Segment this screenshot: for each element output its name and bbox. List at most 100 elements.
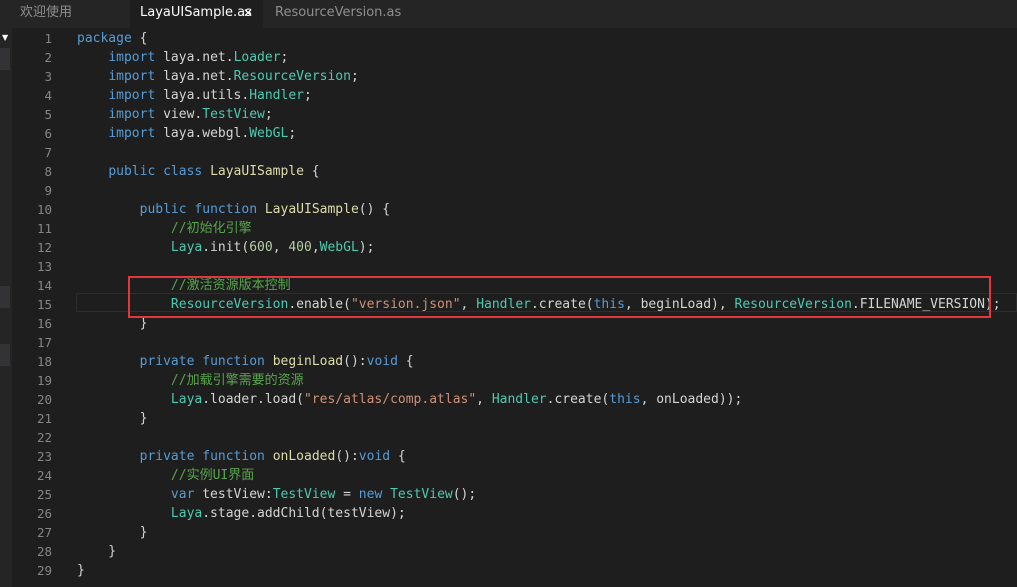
code-token: laya.net. <box>155 69 234 84</box>
code-text: } <box>77 561 85 580</box>
code-token: package <box>77 31 132 46</box>
code-token: 600 <box>249 240 273 255</box>
tab-layauisample[interactable]: LayaUISample.as ✕ <box>130 0 263 28</box>
line-number: 15 <box>36 297 52 312</box>
line-number: 11 <box>36 221 52 236</box>
folding-rail: ▼ <box>0 28 12 587</box>
line-number: 12 <box>36 240 52 255</box>
editor-tab-bar: 欢迎使用 LayaUISample.as ✕ ResourceVersion.a… <box>0 0 1017 28</box>
code-token: .init( <box>202 240 250 255</box>
line-number: 22 <box>36 430 52 445</box>
line-number: 23 <box>36 449 52 464</box>
code-token: } <box>77 411 148 426</box>
line-number: 29 <box>36 563 52 578</box>
code-token: } <box>77 544 117 559</box>
line-number: 21 <box>36 411 52 426</box>
line-number: 16 <box>36 316 52 331</box>
code-token: private function <box>139 449 265 464</box>
code-token: .create( <box>546 392 610 407</box>
overview-marker <box>0 344 10 366</box>
code-token: Handler <box>491 392 547 407</box>
line-number: 18 <box>36 354 52 369</box>
code-token: = <box>335 487 359 502</box>
code-token: //实例UI界面 <box>170 468 255 483</box>
code-token: laya.utils. <box>155 88 250 103</box>
line-number: 13 <box>36 259 52 274</box>
line-number: 3 <box>44 69 52 84</box>
line-number: 25 <box>36 487 52 502</box>
code-token: laya.net. <box>155 50 234 65</box>
code-line: 2 import laya.net.Loader; <box>12 48 1017 67</box>
code-token: //初始化引擎 <box>170 221 252 236</box>
code-token: testView: <box>194 487 273 502</box>
tab-welcome[interactable]: 欢迎使用 <box>0 0 130 28</box>
code-line: 4 import laya.utils.Handler; <box>12 86 1017 105</box>
code-token: import <box>108 107 156 122</box>
tab-resourceversion[interactable]: ResourceVersion.as <box>263 0 413 28</box>
code-token: ; <box>304 88 312 103</box>
code-token: LayaUISample <box>210 164 304 179</box>
code-text: } <box>77 542 116 561</box>
code-text: public class LayaUISample { <box>77 162 320 181</box>
code-token: void <box>366 354 398 369</box>
code-token: { <box>390 449 406 464</box>
code-line: 7 <box>12 143 1017 162</box>
code-text: //初始化引擎 <box>77 219 252 238</box>
code-text: Laya.init(600, 400,WebGL); <box>77 238 375 257</box>
code-text: var testView:TestView = new TestView(); <box>77 485 476 504</box>
code-token: Handler <box>249 88 304 103</box>
line-number: 27 <box>36 525 52 540</box>
code-line: 5 import view.TestView; <box>12 105 1017 124</box>
code-token: WebGL <box>249 126 289 141</box>
code-token: var <box>170 487 195 502</box>
close-icon[interactable]: ✕ <box>243 0 253 26</box>
tab-label: LayaUISample.as <box>140 5 252 20</box>
code-line: 28 } <box>12 542 1017 561</box>
tab-label: ResourceVersion.as <box>275 5 402 20</box>
code-token: LayaUISample <box>264 202 359 217</box>
code-line: 26 Laya.stage.addChild(testView); <box>12 504 1017 523</box>
line-number: 5 <box>44 107 52 122</box>
code-token: onLoaded <box>272 449 336 464</box>
code-line: 24 //实例UI界面 <box>12 466 1017 485</box>
code-token: } <box>77 563 85 578</box>
line-number: 8 <box>44 164 52 179</box>
code-token: { <box>131 31 148 46</box>
code-line: 19 //加载引擎需要的资源 <box>12 371 1017 390</box>
code-token: { <box>303 164 320 179</box>
code-line: 20 Laya.loader.load("res/atlas/comp.atla… <box>12 390 1017 409</box>
code-token: import <box>108 126 156 141</box>
collapse-arrow-icon[interactable]: ▼ <box>2 33 8 42</box>
code-line: 8 public class LayaUISample { <box>12 162 1017 181</box>
code-token: (): <box>335 449 359 464</box>
code-token: Laya <box>170 392 203 407</box>
code-text: public function LayaUISample() { <box>77 200 390 219</box>
code-token: import <box>108 69 156 84</box>
code-token: , <box>311 240 320 255</box>
code-line: 25 var testView:TestView = new TestView(… <box>12 485 1017 504</box>
code-editor[interactable]: 1 package {2 import laya.net.Loader; 3 imp… <box>12 28 1017 587</box>
code-token: , <box>476 392 492 407</box>
code-token: , onLoaded)); <box>640 392 743 407</box>
line-number: 14 <box>36 278 52 293</box>
code-token: { <box>397 354 414 369</box>
line-number: 10 <box>36 202 52 217</box>
code-token: Laya <box>170 240 203 255</box>
code-line: 27 } <box>12 523 1017 542</box>
code-token: public function <box>139 202 258 217</box>
annotation-highlight-box <box>128 276 991 318</box>
code-token: ; <box>264 107 273 122</box>
code-token: import <box>108 88 156 103</box>
code-token: (): <box>343 354 367 369</box>
code-text: //加载引擎需要的资源 <box>77 371 304 390</box>
code-line: 13 <box>12 257 1017 276</box>
